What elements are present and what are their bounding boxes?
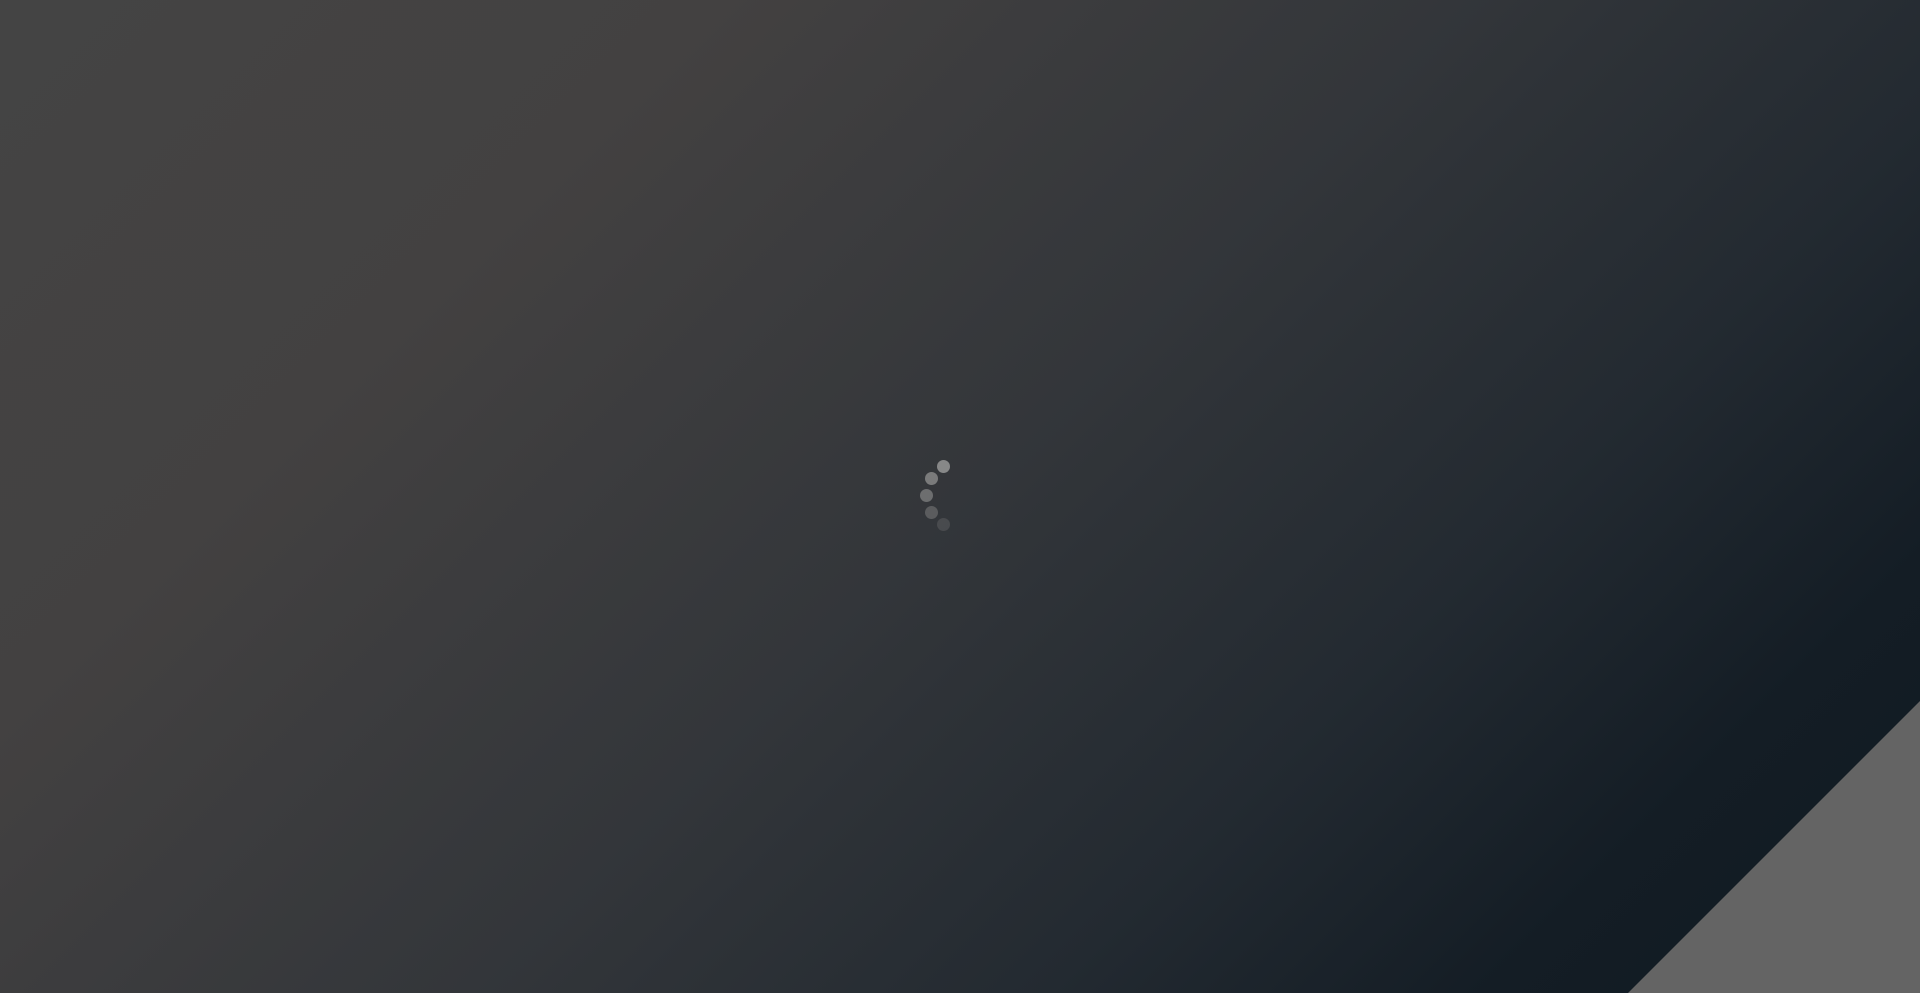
spinner-dot (925, 506, 938, 519)
spinner-dot (937, 518, 950, 531)
loading-spinner-icon (910, 455, 960, 535)
spinner-dot (937, 460, 950, 473)
page-corner-fold (1628, 701, 1920, 993)
spinner-dot (920, 489, 933, 502)
loading-screen (0, 0, 1920, 993)
spinner-dot (925, 472, 938, 485)
